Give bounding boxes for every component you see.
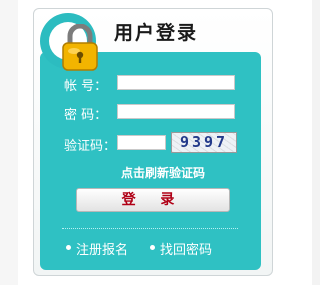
account-label: 帐 号： xyxy=(64,79,108,94)
password-input[interactable] xyxy=(117,104,235,119)
password-label: 密 码： xyxy=(64,108,108,123)
register-link[interactable]: 注册报名 xyxy=(76,239,128,258)
login-title: 用户登录 xyxy=(114,22,199,44)
right-edge-strip xyxy=(312,0,320,285)
login-button[interactable]: 登 录 xyxy=(76,188,230,212)
bullet-icon xyxy=(150,245,155,250)
refresh-captcha-link[interactable]: 点击刷新验证码 xyxy=(121,164,205,181)
account-input[interactable] xyxy=(117,75,235,90)
captcha-image[interactable]: 9397 xyxy=(171,132,237,153)
recover-password-link[interactable]: 找回密码 xyxy=(160,239,212,258)
captcha-input[interactable] xyxy=(117,135,166,150)
bullet-icon xyxy=(66,245,71,250)
divider xyxy=(62,228,238,229)
padlock-icon xyxy=(62,24,98,71)
captcha-label: 验证码： xyxy=(64,139,117,154)
left-edge-strip xyxy=(0,0,18,285)
